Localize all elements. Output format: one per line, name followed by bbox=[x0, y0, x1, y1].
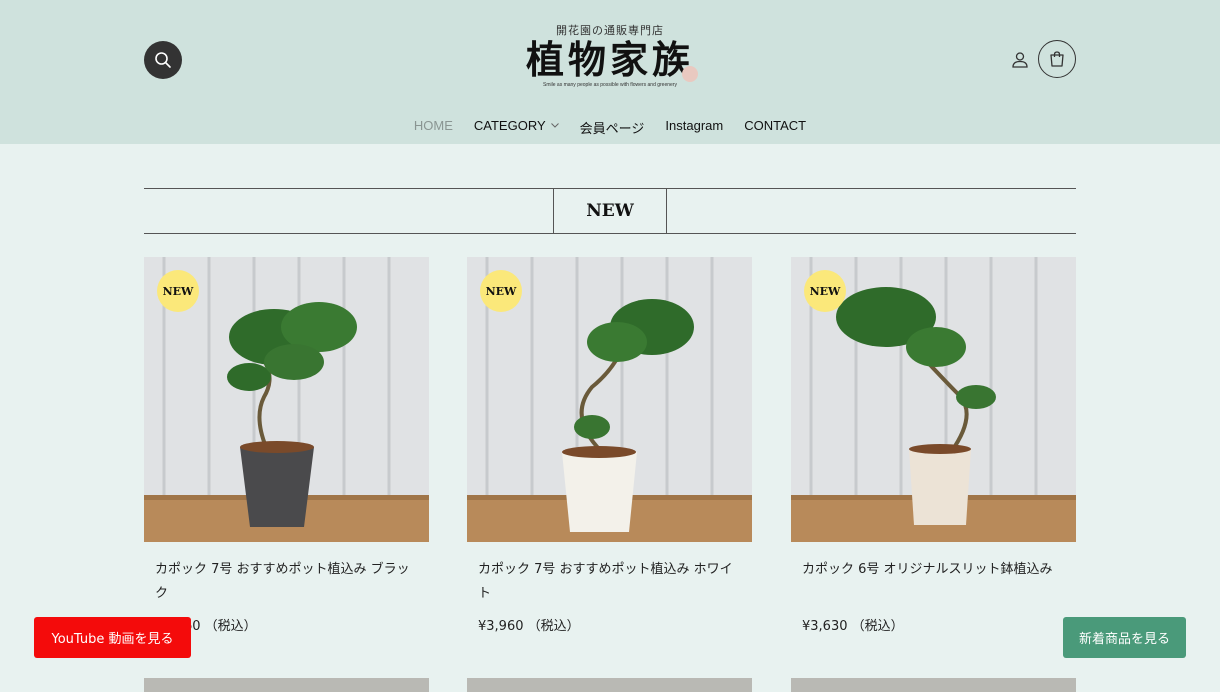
section-title: NEW bbox=[553, 188, 667, 234]
logo-seal-icon bbox=[682, 66, 698, 82]
product-price: ¥3,960 （税込） bbox=[478, 619, 580, 634]
search-icon bbox=[155, 52, 171, 68]
site-header: 開花園の通販専門店 植物家族 Smile as many people as p… bbox=[0, 0, 1220, 144]
product-image[interactable]: NEW bbox=[467, 257, 752, 542]
search-button[interactable] bbox=[144, 41, 182, 79]
nav-category[interactable]: CATEGORY bbox=[474, 118, 559, 138]
pot bbox=[240, 447, 314, 527]
pot bbox=[562, 452, 637, 532]
site-logo[interactable]: 開花園の通販専門店 植物家族 Smile as many people as p… bbox=[510, 22, 710, 98]
user-icon[interactable] bbox=[1010, 50, 1030, 70]
logo-title: 植物家族 bbox=[525, 37, 694, 82]
logo-subtitle: 開花園の通販専門店 bbox=[556, 24, 664, 37]
cart-button[interactable] bbox=[1038, 40, 1076, 78]
pot bbox=[909, 449, 971, 525]
nav-contact[interactable]: CONTACT bbox=[744, 118, 806, 138]
nav-instagram[interactable]: Instagram bbox=[665, 118, 723, 138]
new-badge: NEW bbox=[804, 270, 846, 312]
product-name[interactable]: カポック 6号 オリジナルスリット鉢植込み bbox=[802, 558, 1064, 582]
nav-category-label: CATEGORY bbox=[473, 118, 546, 133]
cart-icon bbox=[1050, 51, 1064, 67]
next-product-image[interactable] bbox=[144, 678, 429, 692]
new-badge: NEW bbox=[157, 270, 199, 312]
nav-home[interactable]: HOME bbox=[414, 118, 453, 138]
product-image[interactable]: NEW bbox=[791, 257, 1076, 542]
logo-tagline: Smile as many people as possible with fl… bbox=[543, 82, 677, 88]
section-header: NEW bbox=[144, 188, 1076, 234]
chevron-down-icon bbox=[550, 123, 559, 128]
youtube-video-button[interactable]: YouTube 動画を見る bbox=[34, 617, 191, 658]
new-items-button[interactable]: 新着商品を見る bbox=[1063, 617, 1186, 658]
nav-member-page[interactable]: 会員ページ bbox=[580, 118, 645, 138]
main-nav: HOME CATEGORY 会員ページ Instagram CONTACT bbox=[0, 118, 1220, 138]
product-image[interactable]: NEW bbox=[144, 257, 429, 542]
next-product-image[interactable] bbox=[467, 678, 752, 692]
product-name[interactable]: カポック 7号 おすすめポット植込み ホワイト bbox=[478, 558, 740, 606]
product-price: ¥3,630 （税込） bbox=[802, 619, 904, 634]
next-product-image[interactable] bbox=[791, 678, 1076, 692]
product-name[interactable]: カポック 7号 おすすめポット植込み ブラック bbox=[155, 558, 417, 606]
new-badge: NEW bbox=[480, 270, 522, 312]
